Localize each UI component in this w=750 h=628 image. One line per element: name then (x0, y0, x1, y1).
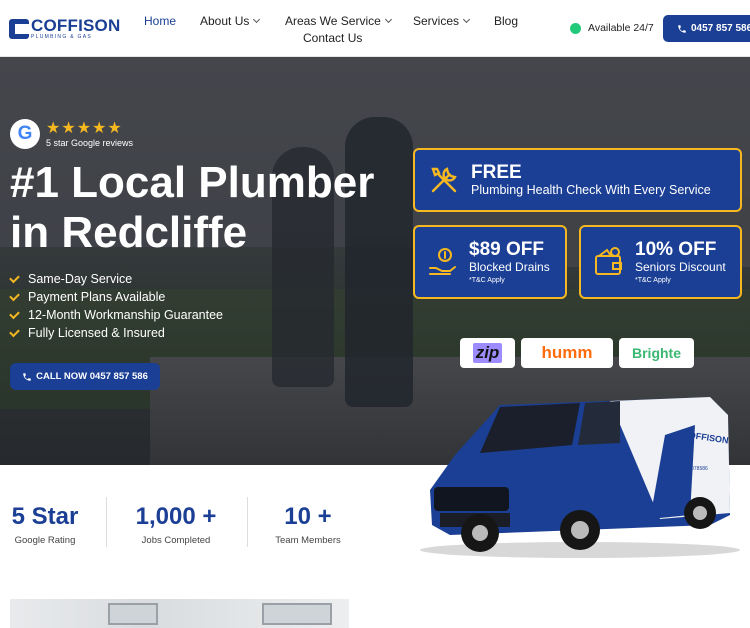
header-call-button[interactable]: 0457 857 586 (663, 15, 750, 42)
nav-areas-label: Areas We Service (285, 14, 381, 28)
availability-text: Available 24/7 (588, 22, 654, 34)
feature-list: Same-Day Service Payment Plans Available… (9, 270, 224, 342)
zip-logo-text: zip (472, 343, 503, 363)
status-dot-icon (570, 22, 581, 34)
humm-logo-text: humm (541, 343, 593, 362)
nav-contact-us[interactable]: Contact Us (303, 31, 362, 45)
wallet-icon (595, 247, 622, 275)
availability-indicator: Available 24/7 (570, 22, 654, 34)
bathroom-preview-image (10, 599, 349, 628)
hero-title-line1: #1 Local Plumber (10, 158, 375, 207)
site-header: COFFISON PLUMBING & GAS Home About Us Ar… (0, 0, 750, 57)
feature-item: 12-Month Workmanship Guarantee (9, 306, 224, 324)
stat-label: Team Members (275, 535, 341, 546)
stat-google-rating: 5 Star Google Rating (10, 503, 80, 547)
feature-item: Same-Day Service (9, 270, 223, 288)
chevron-down-icon (384, 15, 392, 24)
offer-description: Blocked Drains (469, 260, 550, 274)
offer-free-health-check[interactable]: FREE Plumbing Health Check With Every Se… (413, 148, 742, 212)
offer-headline: 10% OFF (635, 239, 717, 260)
company-van-image: COFFISON 1300078586 (420, 397, 740, 558)
header-call-number: 0457 857 586 (691, 23, 750, 34)
offer-seniors-discount[interactable]: 10% OFF Seniors Discount *T&C Apply (579, 225, 742, 299)
feature-item: Fully Licensed & Insured (9, 324, 223, 342)
google-rating-badge: G ★★★★★ 5 star Google reviews (10, 119, 133, 149)
offer-headline: $89 OFF (469, 239, 544, 260)
divider (106, 497, 107, 547)
phone-icon (678, 24, 686, 33)
google-icon: G (10, 119, 40, 149)
zip-logo[interactable]: zip (460, 338, 515, 368)
logo-mark-icon (9, 18, 29, 39)
van-phone-text: 1300078586 (680, 466, 708, 472)
hero-title-line2: in Redcliffe (10, 208, 248, 257)
window-shape (262, 603, 332, 625)
tools-icon (431, 167, 457, 193)
hero-title: #1 Local Plumber in Redcliffe (10, 158, 410, 258)
feature-text: Fully Licensed & Insured (28, 326, 165, 340)
stat-value: 10 + (284, 503, 332, 530)
nav-home[interactable]: Home (144, 14, 176, 28)
nav-about-us[interactable]: About Us (200, 14, 261, 28)
company-logo[interactable]: COFFISON PLUMBING & GAS (9, 17, 120, 40)
stat-team-members: 10 + Team Members (268, 503, 348, 547)
check-icon (9, 272, 20, 283)
hero-call-now-button[interactable]: CALL NOW 0457 857 586 (10, 363, 160, 390)
stat-value: 5 Star (11, 503, 79, 530)
chevron-down-icon (253, 15, 261, 24)
offer-blocked-drains[interactable]: $89 OFF Blocked Drains *T&C Apply (413, 225, 567, 299)
feature-text: Payment Plans Available (28, 290, 166, 304)
brighte-logo[interactable]: Brighte (619, 338, 694, 368)
phone-icon (23, 372, 31, 381)
feature-text: 12-Month Workmanship Guarantee (28, 308, 224, 322)
offer-terms: *T&C Apply (469, 277, 505, 284)
window-shape (108, 603, 158, 625)
nav-about-us-label: About Us (200, 14, 250, 28)
offer-terms: *T&C Apply (635, 277, 671, 284)
money-hand-icon (429, 248, 456, 275)
brighte-logo-text: Brighte (632, 345, 681, 361)
nav-areas-we-service[interactable]: Areas We Service (285, 14, 392, 28)
stat-value: 1,000 + (135, 503, 217, 530)
stat-jobs-completed: 1,000 + Jobs Completed (126, 503, 226, 547)
offer-description: Seniors Discount (635, 260, 726, 274)
five-stars-icon: ★★★★★ (46, 119, 123, 137)
divider (247, 497, 248, 547)
logo-name: COFFISON (31, 16, 121, 35)
stat-label: Jobs Completed (141, 535, 211, 546)
stat-label: Google Rating (14, 535, 76, 546)
google-rating-label: 5 star Google reviews (46, 137, 134, 148)
nav-blog[interactable]: Blog (494, 14, 518, 28)
logo-subtitle: PLUMBING & GAS (31, 34, 92, 40)
hero-call-label: CALL NOW 0457 857 586 (36, 371, 148, 382)
check-icon (9, 326, 20, 337)
humm-logo[interactable]: humm (521, 338, 613, 368)
check-icon (9, 308, 20, 319)
feature-item: Payment Plans Available (9, 288, 223, 306)
check-icon (9, 290, 20, 301)
offer-description: Plumbing Health Check With Every Service (471, 183, 711, 197)
offer-headline: FREE (471, 162, 522, 183)
nav-services-label: Services (413, 14, 460, 28)
nav-services[interactable]: Services (413, 14, 471, 28)
feature-text: Same-Day Service (28, 272, 133, 286)
chevron-down-icon (462, 15, 471, 24)
